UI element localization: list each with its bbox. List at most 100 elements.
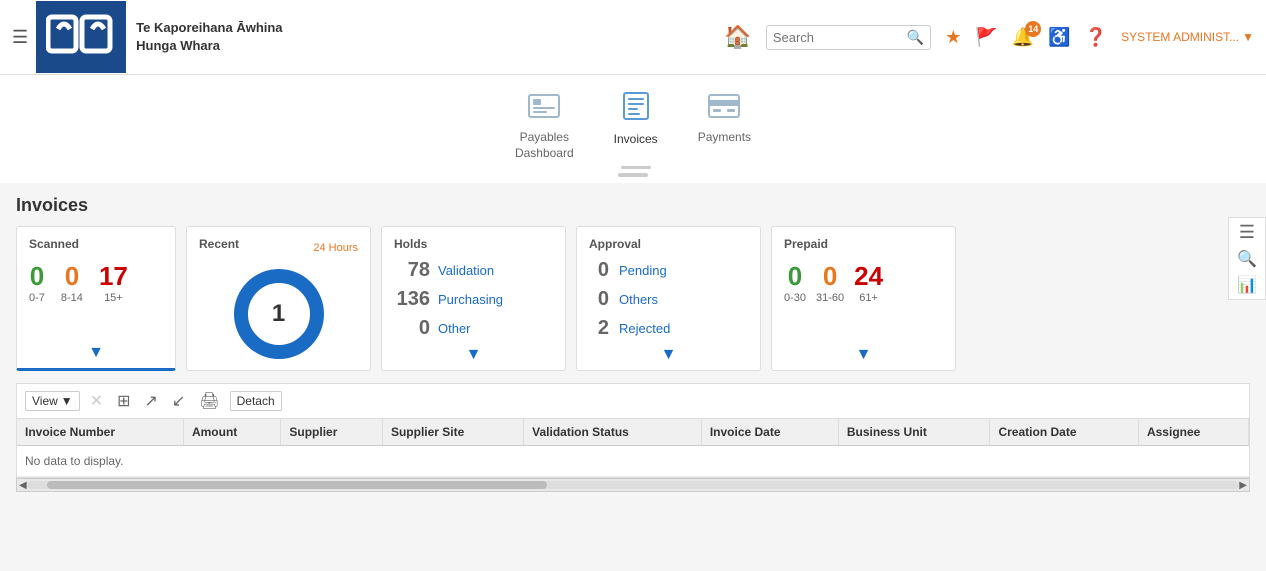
col-creation-date[interactable]: Creation Date bbox=[990, 419, 1139, 446]
table-header: Invoice Number Amount Supplier Supplier … bbox=[17, 419, 1249, 446]
scroll-left-arrow[interactable]: ◀ bbox=[19, 480, 27, 491]
view-label: View bbox=[32, 394, 58, 408]
recent-header: Recent 24 Hours bbox=[199, 237, 358, 259]
sidebar-chart-icon[interactable]: 📊 bbox=[1237, 275, 1257, 295]
col-invoice-date[interactable]: Invoice Date bbox=[701, 419, 838, 446]
search-box[interactable]: 🔍 bbox=[766, 25, 931, 50]
prepaid-0-30[interactable]: 0 0-30 bbox=[784, 261, 806, 304]
holds-other-link[interactable]: Other bbox=[438, 321, 471, 336]
horizontal-scrollbar[interactable]: ◀ ▶ bbox=[16, 478, 1250, 492]
payments-label: Payments bbox=[698, 130, 751, 146]
toolbar: View ▼ ✕ ⊞ ↗ ↙ 🖨 Detach bbox=[16, 383, 1250, 418]
col-supplier[interactable]: Supplier bbox=[281, 419, 383, 446]
holds-validation-link[interactable]: Validation bbox=[438, 263, 494, 278]
scanned-expand-arrow[interactable]: ▼ bbox=[88, 344, 104, 362]
home-icon[interactable]: 🏠 bbox=[724, 24, 751, 50]
sidebar-list-icon[interactable]: ☰ bbox=[1239, 222, 1255, 243]
notifications-icon[interactable]: 🔔 14 bbox=[1012, 27, 1034, 48]
scanned-8-14[interactable]: 0 8-14 bbox=[61, 261, 83, 304]
prepaid-31-60[interactable]: 0 31-60 bbox=[816, 261, 844, 304]
col-business-unit[interactable]: Business Unit bbox=[838, 419, 990, 446]
recent-card-title: Recent bbox=[199, 237, 239, 251]
favorites-icon[interactable]: ★ bbox=[945, 27, 961, 48]
scroll-right-arrow[interactable]: ▶ bbox=[1239, 480, 1247, 491]
tab-payables[interactable]: PayablesDashboard bbox=[515, 91, 574, 169]
search-icon[interactable]: 🔍 bbox=[907, 29, 924, 46]
scanned-15plus[interactable]: 17 15+ bbox=[99, 261, 128, 304]
tab-payments[interactable]: Payments bbox=[698, 91, 751, 169]
import-button[interactable]: ↙ bbox=[168, 389, 189, 413]
approval-expand-arrow[interactable]: ▼ bbox=[661, 346, 677, 364]
acc-logo bbox=[46, 9, 116, 66]
holds-purchasing-count: 136 bbox=[394, 288, 430, 311]
detach-button[interactable]: Detach bbox=[230, 391, 282, 411]
invoices-table: Invoice Number Amount Supplier Supplier … bbox=[17, 419, 1249, 477]
approval-pending-link[interactable]: Pending bbox=[619, 263, 667, 278]
holds-card: Holds 78 Validation 136 Purchasing 0 Oth… bbox=[381, 226, 566, 371]
flag-icon[interactable]: 🚩 bbox=[975, 27, 997, 48]
recent-hours-label[interactable]: 24 Hours bbox=[313, 242, 358, 254]
approval-card-title: Approval bbox=[589, 237, 748, 251]
holds-validation-row: 78 Validation bbox=[394, 259, 553, 282]
invoices-label: Invoices bbox=[614, 132, 658, 148]
header-row: Invoice Number Amount Supplier Supplier … bbox=[17, 419, 1249, 446]
holds-other-count: 0 bbox=[394, 317, 430, 340]
user-menu[interactable]: SYSTEM ADMINIST... ▼ bbox=[1121, 30, 1254, 44]
view-button[interactable]: View ▼ bbox=[25, 391, 80, 411]
approval-rejected-count: 2 bbox=[589, 317, 609, 340]
view-dropdown-icon: ▼ bbox=[61, 394, 73, 408]
prepaid-card-title: Prepaid bbox=[784, 237, 943, 251]
prepaid-61plus[interactable]: 24 61+ bbox=[854, 261, 883, 304]
approval-others-link[interactable]: Others bbox=[619, 292, 658, 307]
search-input[interactable] bbox=[773, 30, 903, 45]
header: ☰ Te Kaporeihana Āwhina Hunga Whara 🏠 🔍 … bbox=[0, 0, 1266, 75]
tab-invoices[interactable]: Invoices bbox=[614, 91, 658, 169]
help-icon[interactable]: ❓ bbox=[1085, 27, 1107, 48]
accessibility-icon[interactable]: ♿ bbox=[1048, 27, 1070, 48]
sidebar-search-icon[interactable]: 🔍 bbox=[1237, 249, 1257, 269]
no-data-message: No data to display. bbox=[17, 446, 1249, 477]
scanned-0-7[interactable]: 0 0-7 bbox=[29, 261, 45, 304]
col-validation-status[interactable]: Validation Status bbox=[524, 419, 702, 446]
col-invoice-number[interactable]: Invoice Number bbox=[17, 419, 183, 446]
print-button[interactable]: 🖨 bbox=[195, 389, 223, 413]
recent-expand-arrow[interactable]: ▼ bbox=[271, 346, 287, 364]
logo-line2: Hunga Whara bbox=[136, 37, 282, 55]
scroll-track[interactable] bbox=[27, 481, 1240, 489]
scanned-card: Scanned 0 0-7 0 8-14 17 15+ ▼ bbox=[16, 226, 176, 371]
acc-logo-svg bbox=[46, 9, 116, 59]
export-button[interactable]: ↗ bbox=[141, 389, 162, 413]
approval-rows: 0 Pending 0 Others 2 Rejected bbox=[589, 259, 748, 340]
approval-others-row: 0 Others bbox=[589, 288, 748, 311]
holds-purchasing-row: 136 Purchasing bbox=[394, 288, 553, 311]
holds-purchasing-link[interactable]: Purchasing bbox=[438, 292, 503, 307]
payables-label: PayablesDashboard bbox=[515, 130, 574, 161]
edit-columns-button[interactable]: ⊞ bbox=[113, 389, 134, 413]
col-supplier-site[interactable]: Supplier Site bbox=[382, 419, 523, 446]
holds-rows: 78 Validation 136 Purchasing 0 Other bbox=[394, 259, 553, 340]
approval-card: Approval 0 Pending 0 Others 2 Rejected ▼ bbox=[576, 226, 761, 371]
invoices-table-container: Invoice Number Amount Supplier Supplier … bbox=[16, 418, 1250, 478]
logo-text: Te Kaporeihana Āwhina Hunga Whara bbox=[136, 19, 282, 55]
page-content: Invoices Scanned 0 0-7 0 8-14 17 15+ ▼ bbox=[0, 183, 1266, 504]
logo-line1: Te Kaporeihana Āwhina bbox=[136, 19, 282, 37]
holds-validation-count: 78 bbox=[394, 259, 430, 282]
hamburger-icon[interactable]: ☰ bbox=[12, 27, 28, 48]
approval-pending-count: 0 bbox=[589, 259, 609, 282]
col-assignee[interactable]: Assignee bbox=[1138, 419, 1248, 446]
user-dropdown-icon: ▼ bbox=[1242, 30, 1254, 44]
approval-pending-row: 0 Pending bbox=[589, 259, 748, 282]
col-amount[interactable]: Amount bbox=[183, 419, 280, 446]
payables-icon bbox=[527, 91, 561, 126]
recent-card: Recent 24 Hours 1 ▼ bbox=[186, 226, 371, 371]
user-label: SYSTEM ADMINIST... bbox=[1121, 30, 1239, 44]
scanned-numbers: 0 0-7 0 8-14 17 15+ bbox=[29, 261, 163, 304]
prepaid-expand-arrow[interactable]: ▼ bbox=[856, 346, 872, 364]
notification-badge: 14 bbox=[1025, 21, 1041, 37]
scroll-thumb[interactable] bbox=[47, 481, 547, 489]
scanned-card-title: Scanned bbox=[29, 237, 163, 251]
holds-expand-arrow[interactable]: ▼ bbox=[466, 346, 482, 364]
approval-rejected-row: 2 Rejected bbox=[589, 317, 748, 340]
approval-rejected-link[interactable]: Rejected bbox=[619, 321, 670, 336]
approval-others-count: 0 bbox=[589, 288, 609, 311]
